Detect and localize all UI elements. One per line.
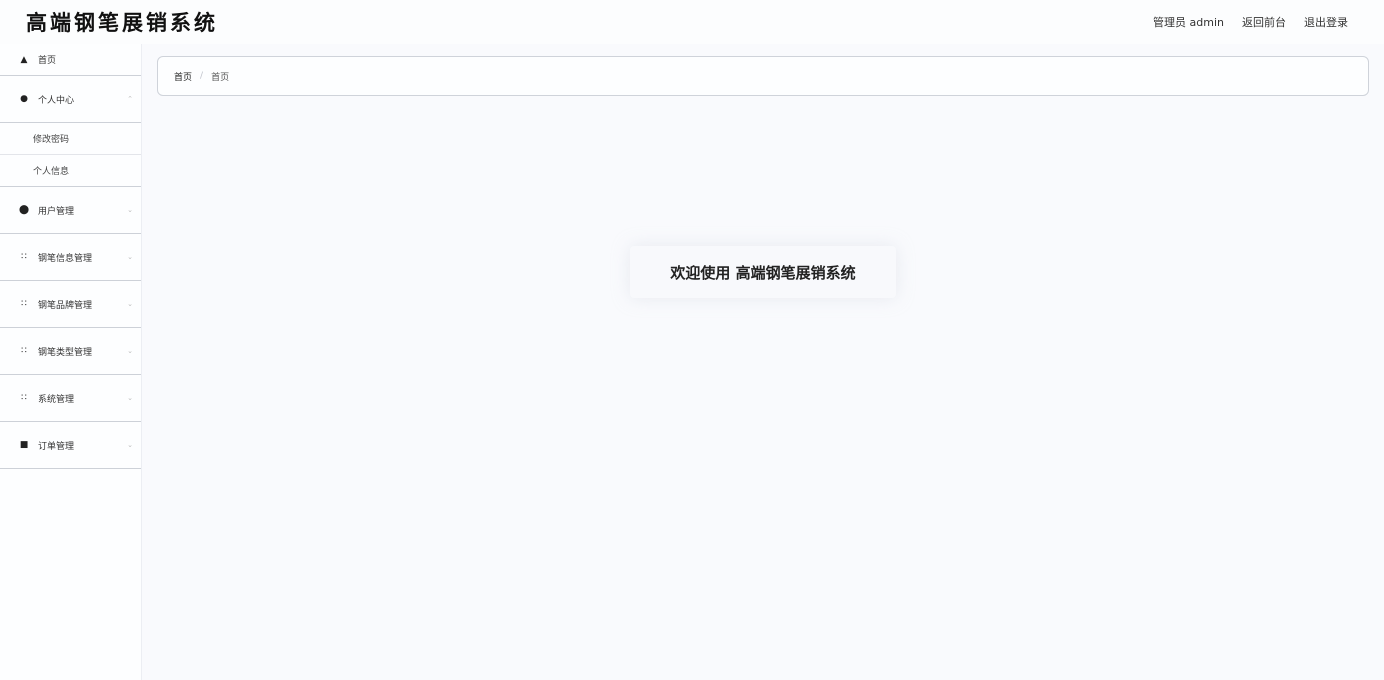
- users-icon: ⬤: [18, 205, 30, 215]
- grid-icon: ∷: [21, 346, 27, 356]
- sidebar-menu: ▲ 首页 ● 个人中心 ⌃ 修改密码 个人信息 ⬤ 用户管理 ⌄ ∷ 钢笔信息管…: [0, 44, 142, 680]
- sidebar-item-user-management[interactable]: ⬤ 用户管理 ⌄: [0, 187, 141, 234]
- welcome-card: 欢迎使用 高端钢笔展销系统: [630, 246, 896, 298]
- submenu-item-personal-info[interactable]: 个人信息: [0, 155, 141, 187]
- user-icon: ●: [20, 94, 28, 104]
- breadcrumb-separator: /: [200, 71, 204, 81]
- sidebar-item-pen-type-management[interactable]: ∷ 钢笔类型管理 ⌄: [0, 328, 141, 375]
- sidebar-item-system-management[interactable]: ∷ 系统管理 ⌄: [0, 375, 141, 422]
- sidebar-item-label: 个人中心: [38, 95, 75, 106]
- chevron-down-icon: ⌄: [127, 347, 133, 355]
- sidebar-item-personal-center[interactable]: ● 个人中心 ⌃: [0, 76, 141, 123]
- grid-icon: ∷: [21, 299, 27, 309]
- chevron-down-icon: ⌄: [127, 441, 133, 449]
- welcome-text: 欢迎使用 高端钢笔展销系统: [670, 263, 856, 282]
- sidebar-item-label: 钢笔品牌管理: [38, 300, 93, 311]
- sidebar-item-label: 订单管理: [38, 441, 75, 452]
- back-to-front-link[interactable]: 返回前台: [1242, 14, 1286, 30]
- home-icon: ▲: [20, 54, 28, 65]
- sidebar-item-label: 系统管理: [38, 394, 75, 405]
- logout-link[interactable]: 退出登录: [1304, 14, 1348, 30]
- breadcrumb: 首页 / 首页: [157, 56, 1369, 96]
- chevron-down-icon: ⌄: [127, 394, 133, 402]
- sidebar-item-label: 用户管理: [38, 206, 75, 217]
- top-header: 高端钢笔展销系统 管理员 admin 返回前台 退出登录: [0, 0, 1384, 44]
- chevron-down-icon: ⌄: [127, 206, 133, 214]
- chevron-down-icon: ⌄: [127, 253, 133, 261]
- grid-icon: ∷: [21, 393, 27, 403]
- sidebar-item-home[interactable]: ▲ 首页: [0, 44, 141, 76]
- sidebar-item-pen-info-management[interactable]: ∷ 钢笔信息管理 ⌄: [0, 234, 141, 281]
- submenu-item-label: 个人信息: [33, 167, 70, 177]
- header-links: 管理员 admin 返回前台 退出登录: [1153, 14, 1348, 30]
- sidebar-item-label: 钢笔类型管理: [38, 347, 93, 358]
- chevron-up-icon: ⌃: [127, 95, 133, 103]
- sidebar-item-pen-brand-management[interactable]: ∷ 钢笔品牌管理 ⌄: [0, 281, 141, 328]
- sidebar-item-order-management[interactable]: ■ 订单管理 ⌄: [0, 422, 141, 469]
- app-title: 高端钢笔展销系统: [26, 10, 218, 35]
- submenu-item-label: 修改密码: [33, 135, 70, 145]
- chevron-down-icon: ⌄: [127, 300, 133, 308]
- sidebar-item-label: 首页: [38, 56, 57, 66]
- breadcrumb-home[interactable]: 首页: [174, 70, 192, 83]
- submenu-item-change-password[interactable]: 修改密码: [0, 123, 141, 155]
- sidebar-item-label: 钢笔信息管理: [38, 253, 93, 264]
- admin-label: 管理员 admin: [1153, 16, 1224, 29]
- grid-icon: ∷: [21, 252, 27, 262]
- order-icon: ■: [19, 440, 29, 450]
- breadcrumb-current: 首页: [211, 72, 230, 83]
